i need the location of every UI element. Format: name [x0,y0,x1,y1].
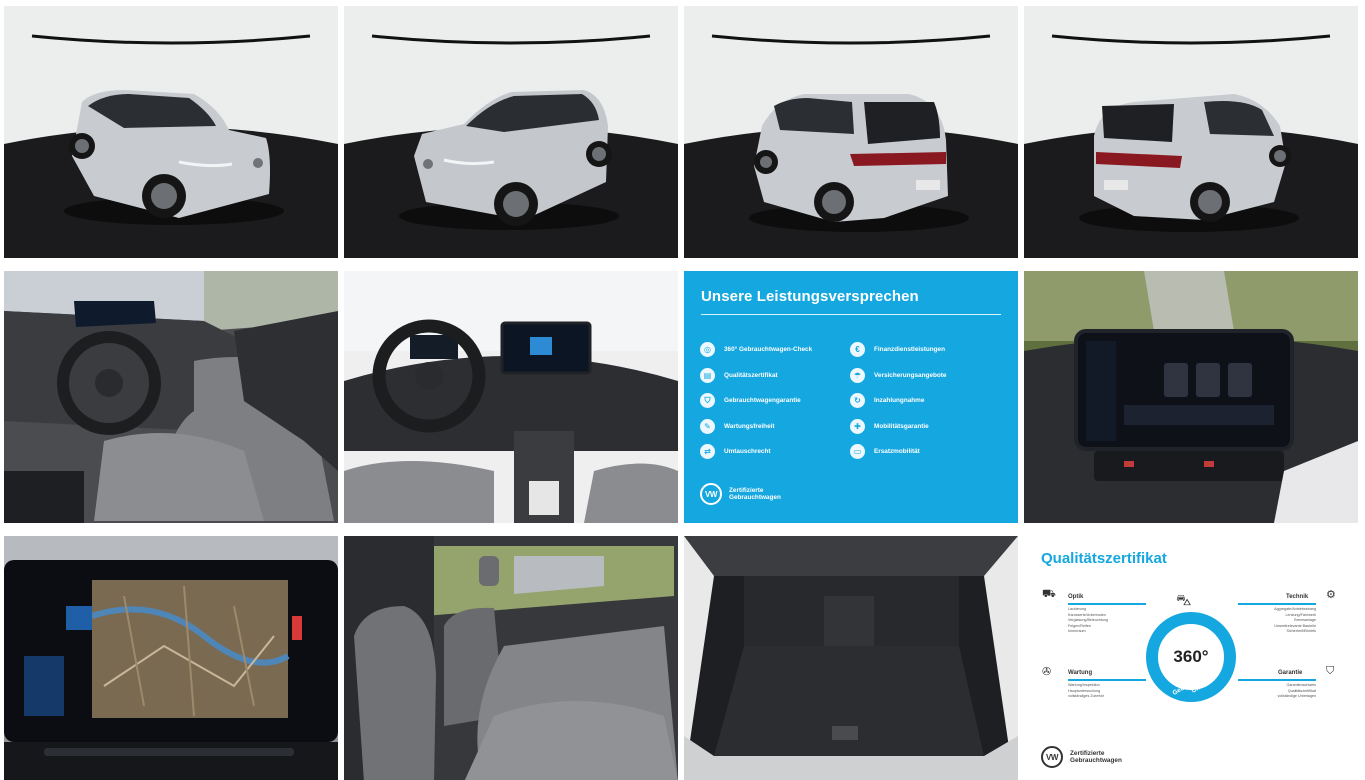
garantie-label: Garantie [1278,670,1303,676]
footer-line-1: Zertifizierte [729,486,764,494]
certificate-icon: ▤ [700,367,715,383]
service-item: € Finanzdienstleistungen [850,337,1000,363]
photo-interior-driver-side[interactable] [4,271,338,523]
promo-services-card[interactable]: Unsere Leistungsversprechen ◎ 360° Gebrau… [684,271,1018,523]
promo-services-footer-text: Zertifizierte Gebrauchtwagen [729,487,781,502]
optik-divider [1068,603,1146,605]
mobility-icon: ✚ [850,418,865,434]
footer-line-2: Gebrauchtwagen [729,494,781,501]
wartung-label: Wartung [1068,670,1093,676]
photo-trunk[interactable] [684,536,1018,780]
promo-certificate-title: Qualitätszertifikat [1041,550,1167,567]
promo-certificate-footer: VW Zertifizierte Gebrauchtwagen [1041,746,1122,768]
promo-certificate-footer-text: Zertifizierte Gebrauchtwagen [1070,750,1122,765]
check-badge-icon: ◎ [700,342,715,358]
photo-gallery: Unsere Leistungsversprechen ◎ 360° Gebrau… [4,6,1360,780]
technik-label: Technik [1286,594,1309,600]
photo-exterior-front-left[interactable] [4,6,338,258]
service-item: ✚ Mobilitätsgarantie [850,414,1000,440]
service-label: Mobilitätsgarantie [874,422,929,430]
technik-list: Aggregate/Antriebsstrang Lenkung/Fahrwer… [1238,607,1316,635]
engine-icon: ⚙ [1326,589,1336,601]
vw-logo-icon: VW [1041,746,1063,768]
service-item: ▭ Ersatzmobilität [850,439,1000,465]
service-label: Finanzdienstleistungen [874,346,946,354]
footer-line-2: Gebrauchtwagen [1070,757,1122,764]
footer-line-1: Zertifizierte [1070,749,1105,757]
car-icon: ▭ [850,444,865,460]
promo-services-divider [701,314,1001,315]
technik-divider [1238,603,1316,605]
technik-item: Sicherheit/Elektrik [1286,629,1316,634]
service-label: Inzahlungnahme [874,397,925,405]
wartung-item: vollständiges Zubehör [1068,694,1105,699]
wartung-list: Wartung/Inspektion Hauptuntersuchung vol… [1068,683,1104,700]
optik-label: Optik [1068,594,1084,600]
service-item: ▤ Qualitätszertifikat [700,363,850,389]
optik-list: Lackierung Karosserie/Unterboden Verglas… [1068,607,1108,635]
promo-services-list: ◎ 360° Gebrauchtwagen-Check ▤ Qualitätszer… [700,337,1000,465]
service-item: ◎ 360° Gebrauchtwagen-Check [700,337,850,363]
service-label: Qualitätszertifikat [724,371,778,379]
garantie-list: Garantienachweis Qualitätszertifikat vol… [1238,683,1316,700]
service-label: 360° Gebrauchtwagen-Check [724,346,813,354]
photo-infotainment-screen[interactable] [1024,271,1358,523]
photo-interior-dashboard[interactable] [344,271,678,523]
photo-exterior-rear-left[interactable] [684,6,1018,258]
garantie-item: vollständige Unterlagen [1277,694,1316,699]
service-item: ⇄ Umtauschrecht [700,439,850,465]
wartung-item: Wartung/Inspektion [1068,683,1100,687]
photo-rear-seats[interactable] [344,536,678,780]
wartung-divider [1068,679,1146,681]
service-label: Wartungsfreiheit [724,422,775,430]
shield-icon: ⛉ [700,393,715,409]
photo-exterior-rear-right[interactable] [1024,6,1358,258]
wrench-icon: ✎ [700,418,715,434]
garantie-divider [1238,679,1316,681]
car-inspection-icon: ⛍ [1176,592,1192,609]
vw-logo-icon: VW [700,483,722,505]
photo-navigation-screen[interactable] [4,536,338,780]
shield-check-icon: ⛉ [1326,665,1335,677]
umbrella-icon: ☂ [850,367,865,383]
promo-certificate-card[interactable]: Qualitätszertifikat ⛍ 360° Gebrauchtwage… [1024,536,1358,780]
promo-services-left-column: ◎ 360° Gebrauchtwagen-Check ▤ Qualitätszer… [700,337,850,465]
photo-exterior-front-right[interactable] [344,6,678,258]
promo-services-footer: VW Zertifizierte Gebrauchtwagen [700,483,781,505]
optik-item: Innenraum [1068,629,1086,634]
service-label: Umtauschrecht [724,448,771,456]
service-label: Versicherungsangebote [874,371,947,379]
optik-item: Verglasung/Beleuchtung [1068,618,1108,623]
exchange-icon: ⇄ [700,444,715,460]
service-label: Ersatzmobilität [874,448,920,456]
service-wrench-icon: ✇ [1042,666,1052,678]
trade-in-icon: ↻ [850,393,865,409]
service-item: ☂ Versicherungsangebote [850,363,1000,389]
car-paint-icon: ⛟ [1042,588,1056,600]
promo-services-title: Unsere Leistungsversprechen [701,288,919,305]
service-label: Gebrauchtwagengarantie [724,397,801,405]
finance-icon: € [850,342,865,358]
service-item: ✎ Wartungsfreiheit [700,414,850,440]
promo-services-right-column: € Finanzdienstleistungen ☂ Versicherungsan… [850,337,1000,465]
service-item: ⛉ Gebrauchtwagengarantie [700,388,850,414]
service-item: ↻ Inzahlungnahme [850,388,1000,414]
